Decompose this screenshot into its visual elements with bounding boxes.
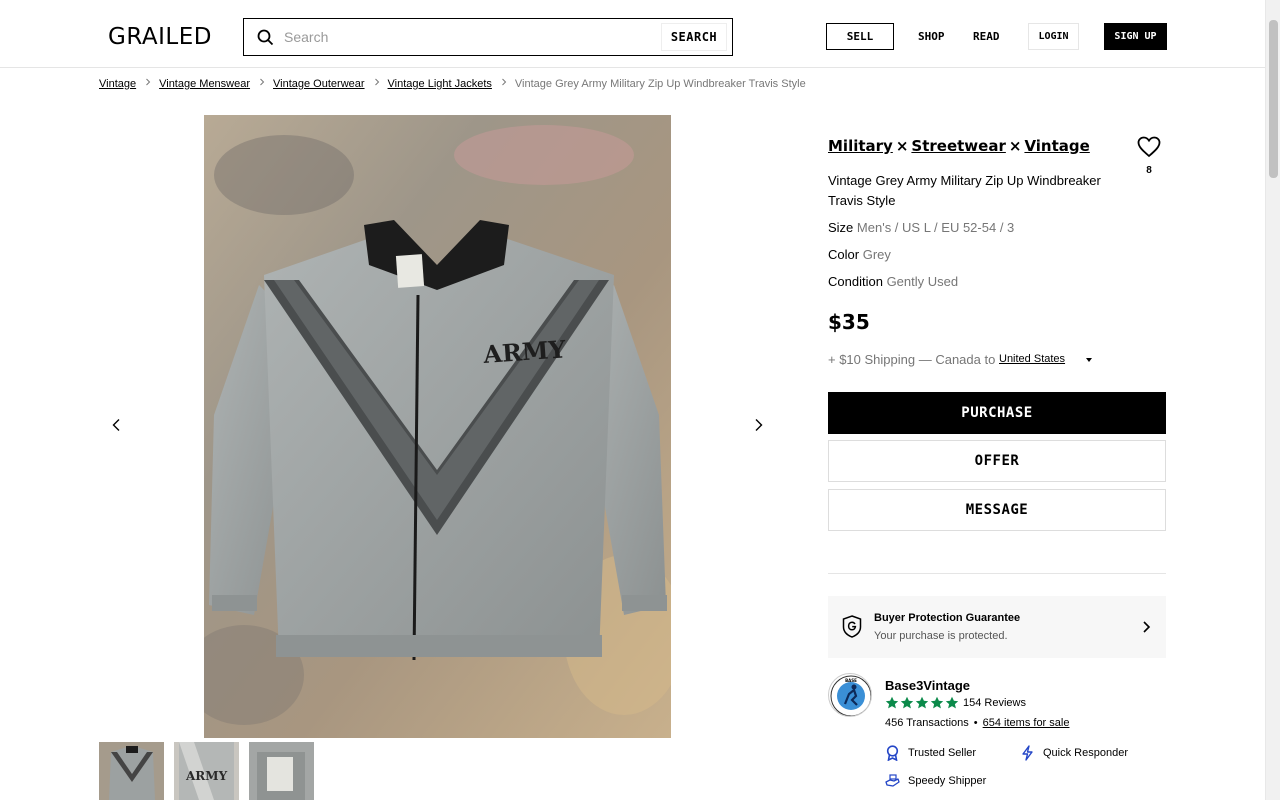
breadcrumb-link[interactable]: Vintage <box>99 78 136 90</box>
search-input[interactable] <box>284 21 654 53</box>
size-row: Size Men's / US L / EU 52-54 / 3 <box>828 220 1014 235</box>
offer-button[interactable]: OFFER <box>828 440 1166 482</box>
chevron-right-icon <box>260 78 265 86</box>
breadcrumb-link[interactable]: Vintage Outerwear <box>273 78 365 90</box>
review-count-link[interactable]: 154 Reviews <box>963 697 1026 709</box>
size-label: Size <box>828 220 854 235</box>
price: $35 <box>828 310 870 334</box>
shipping-hand-icon <box>885 774 900 787</box>
thumbnail-2[interactable]: ARMY <box>174 742 239 800</box>
brand-separator: × <box>1008 137 1022 155</box>
divider <box>828 573 1166 574</box>
previous-image-arrow-icon[interactable] <box>110 418 124 432</box>
chevron-right-icon <box>374 78 379 86</box>
star-icon <box>945 696 959 709</box>
search-icon <box>257 29 274 46</box>
breadcrumb-current: Vintage Grey Army Military Zip Up Windbr… <box>514 78 806 90</box>
color-label: Color <box>828 247 860 262</box>
search-bar: SEARCH <box>243 18 733 56</box>
buyer-protection-banner[interactable]: Buyer Protection Guarantee Your purchase… <box>828 596 1166 658</box>
badge-label: Speedy Shipper <box>908 775 987 787</box>
condition-row: Condition Gently Used <box>828 274 958 289</box>
protection-title: Buyer Protection Guarantee <box>874 612 1021 624</box>
brand-link[interactable]: Streetwear <box>911 137 1005 155</box>
seller-name[interactable]: Base3Vintage <box>885 678 970 693</box>
product-photo: ARMY <box>204 115 671 738</box>
purchase-button[interactable]: PURCHASE <box>828 392 1166 434</box>
shipping-text: + $10 Shipping — Canada to <box>828 352 996 367</box>
brand-link[interactable]: Military <box>828 137 893 155</box>
nav-shop-link[interactable]: SHOP <box>918 30 945 43</box>
thumbnail-3[interactable] <box>249 742 314 800</box>
signup-button[interactable]: SIGN UP <box>1104 23 1167 50</box>
items-for-sale-link[interactable]: 654 items for sale <box>983 717 1070 729</box>
ribbon-badge-icon <box>886 745 899 761</box>
size-value: Men's / US L / EU 52-54 / 3 <box>856 220 1015 235</box>
message-button[interactable]: MESSAGE <box>828 489 1166 531</box>
grailed-logo[interactable]: GRAILED <box>108 24 212 50</box>
thumbnail-strip: ARMY <box>99 742 314 800</box>
breadcrumb-link[interactable]: Vintage Menswear <box>159 78 250 90</box>
condition-value: Gently Used <box>886 274 959 289</box>
speedy-shipper-badge: Speedy Shipper <box>885 774 986 788</box>
star-icon <box>900 696 914 709</box>
chevron-right-icon <box>146 78 151 86</box>
seller-stats: 456 Transactions • 654 items for sale <box>885 717 1069 729</box>
next-image-arrow-icon[interactable] <box>751 418 765 432</box>
listing-title: Vintage Grey Army Military Zip Up Windbr… <box>828 173 1101 208</box>
nav-read-link[interactable]: READ <box>973 30 1000 43</box>
favorite-count: 8 <box>1146 165 1152 176</box>
transaction-count: 456 Transactions <box>885 717 969 729</box>
page-scrollbar[interactable] <box>1265 0 1280 800</box>
shield-g-icon <box>842 615 862 638</box>
chevron-right-icon <box>1143 621 1151 633</box>
breadcrumb: Vintage Vintage Menswear Vintage Outerwear… <box>99 78 806 90</box>
seller-avatar[interactable]: BASE <box>828 673 872 717</box>
color-value: Grey <box>862 247 891 262</box>
top-header: GRAILED SEARCH SELL SHOP READ LOGIN SIGN… <box>0 0 1265 68</box>
shipping-country-select[interactable]: United States <box>999 353 1065 365</box>
caret-down-icon[interactable] <box>1086 358 1092 362</box>
badge-label: Trusted Seller <box>908 747 977 759</box>
scrollbar-thumb[interactable] <box>1269 20 1278 178</box>
thumbnail-print-text: ARMY <box>185 769 228 783</box>
jacket-print-text: ARMY <box>481 334 567 369</box>
login-button[interactable]: LOGIN <box>1028 23 1079 50</box>
color-row: Color Grey <box>828 247 891 262</box>
search-button[interactable]: SEARCH <box>661 23 727 51</box>
thumbnail-1[interactable] <box>99 742 164 800</box>
trusted-seller-badge: Trusted Seller <box>885 745 976 761</box>
seller-rating-stars <box>885 696 959 710</box>
protection-subtitle: Your purchase is protected. <box>874 630 1008 642</box>
star-icon <box>885 696 899 709</box>
product-main-image[interactable]: ARMY <box>204 115 671 738</box>
bullet-separator: • <box>973 717 978 729</box>
heart-icon[interactable] <box>1137 136 1161 158</box>
brand-separator: × <box>895 137 909 155</box>
star-icon <box>930 696 944 709</box>
condition-label: Condition <box>828 274 883 289</box>
chevron-right-icon <box>502 78 507 86</box>
brand-link[interactable]: Vintage <box>1024 137 1089 155</box>
avatar-text: BASE <box>845 678 857 683</box>
lightning-icon <box>1022 745 1033 761</box>
quick-responder-badge: Quick Responder <box>1020 745 1128 761</box>
breadcrumb-link[interactable]: Vintage Light Jackets <box>388 78 492 90</box>
designer-brands: Military × Streetwear × Vintage <box>828 137 1090 155</box>
badge-label: Quick Responder <box>1043 747 1128 759</box>
sell-button[interactable]: SELL <box>826 23 894 50</box>
star-icon <box>915 696 929 709</box>
